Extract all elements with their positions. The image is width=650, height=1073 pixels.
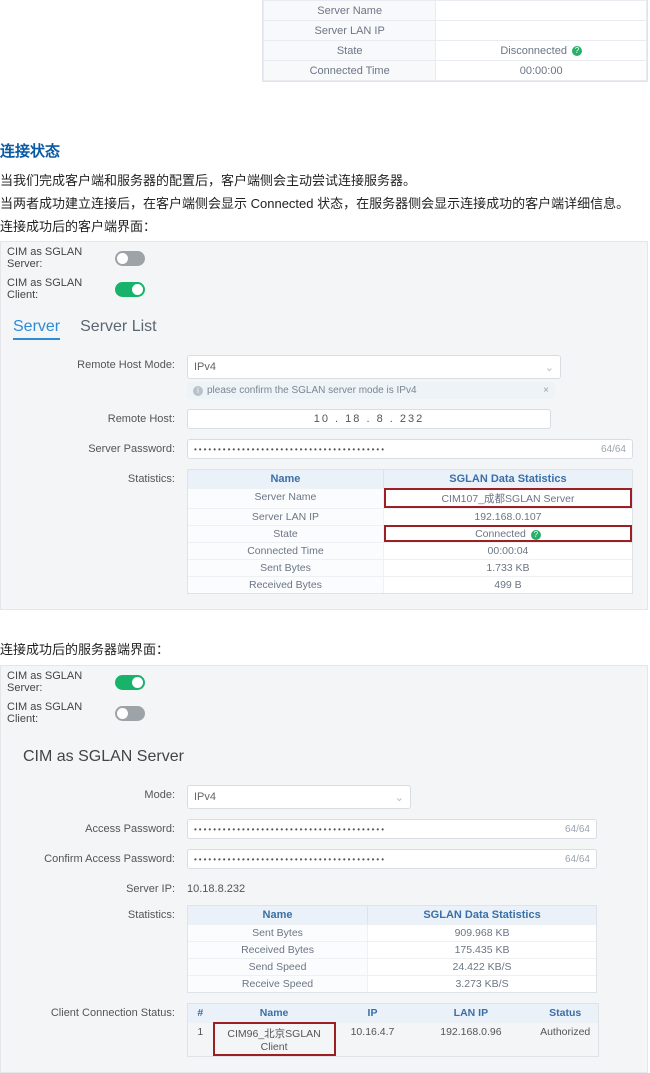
client-config-panel: CIM as SGLAN Server: CIM as SGLAN Client… (0, 241, 648, 610)
label-statistics: Statistics: (7, 905, 187, 921)
stat-value (436, 1, 647, 21)
client-connection-table: # Name IP LAN IP Status 1 CIM96_北京SGLAN … (187, 1003, 599, 1057)
label-client-connection-status: Client Connection Status: (7, 1003, 187, 1019)
panel-title: CIM as SGLAN Server (1, 728, 647, 772)
label-server-ip: Server IP: (7, 879, 187, 895)
stat-label: Server LAN IP (264, 21, 436, 41)
toggle-client[interactable] (115, 706, 145, 721)
body-text: 当两者成功建立连接后，在客户端侧会显示 Connected 状态，在服务器侧会显… (0, 194, 650, 215)
tab-server[interactable]: Server (13, 318, 60, 340)
stats-header-name: Name (188, 906, 368, 924)
toggle-server[interactable] (115, 675, 145, 690)
select-remote-host-mode[interactable]: IPv4 ⌄ (187, 355, 561, 379)
label-remote-host: Remote Host: (7, 409, 187, 425)
chevron-down-icon: ⌄ (545, 361, 554, 374)
body-text: 连接成功后的客户端界面： (0, 217, 650, 238)
server-statistics-table: Name SGLAN Data Statistics Sent Bytes909… (187, 905, 597, 993)
label-server-password: Server Password: (7, 439, 187, 455)
toggle-label-client: CIM as SGLAN Client: (7, 701, 115, 725)
input-remote-host[interactable]: 10 . 18 . 8 . 232 (187, 409, 551, 429)
chevron-down-icon: ⌄ (395, 791, 404, 804)
info-icon: i (193, 386, 203, 396)
top-partial-stats: Server Name Server LAN IP StateDisconnec… (262, 0, 648, 82)
toggle-client[interactable] (115, 282, 145, 297)
server-ip-value: 10.18.8.232 (187, 879, 633, 895)
input-confirm-password[interactable]: ••••••••••••••••••••••••••••••••••••••••… (187, 849, 597, 869)
stats-header-data: SGLAN Data Statistics (384, 470, 632, 488)
stat-value (436, 21, 647, 41)
toggle-server[interactable] (115, 251, 145, 266)
body-text: 当我们完成客户端和服务器的配置后，客户端侧会主动尝试连接服务器。 (0, 171, 650, 192)
label-remote-host-mode: Remote Host Mode: (7, 355, 187, 371)
section-title-connection-state: 连接状态 (0, 140, 650, 161)
label-statistics: Statistics: (7, 469, 187, 485)
table-row: 1 CIM96_北京SGLAN Client 10.16.4.7 192.168… (188, 1022, 598, 1056)
stat-value: Disconnected ? (436, 41, 647, 61)
label-confirm-password: Confirm Access Password: (7, 849, 187, 865)
label-mode: Mode: (7, 785, 187, 801)
select-mode[interactable]: IPv4 ⌄ (187, 785, 411, 809)
stat-label: State (264, 41, 436, 61)
client-statistics-table: Name SGLAN Data Statistics Server NameCI… (187, 469, 633, 594)
server-config-panel: CIM as SGLAN Server: CIM as SGLAN Client… (0, 665, 648, 1073)
stats-header-data: SGLAN Data Statistics (368, 906, 596, 924)
stat-label: Server Name (264, 1, 436, 21)
toggle-label-client: CIM as SGLAN Client: (7, 277, 115, 301)
tab-server-list[interactable]: Server List (80, 318, 156, 340)
close-icon[interactable]: × (543, 385, 549, 396)
input-server-password[interactable]: ••••••••••••••••••••••••••••••••••••••••… (187, 439, 633, 459)
hint-box: i please confirm the SGLAN server mode i… (187, 382, 555, 399)
help-icon[interactable]: ? (572, 46, 582, 56)
help-icon[interactable]: ? (531, 530, 541, 540)
input-access-password[interactable]: ••••••••••••••••••••••••••••••••••••••••… (187, 819, 597, 839)
toggle-label-server: CIM as SGLAN Server: (7, 670, 115, 694)
stats-header-name: Name (188, 470, 384, 488)
label-access-password: Access Password: (7, 819, 187, 835)
body-text: 连接成功后的服务器端界面： (0, 640, 650, 661)
stat-label: Connected Time (264, 61, 436, 81)
toggle-label-server: CIM as SGLAN Server: (7, 246, 115, 270)
stat-value: 00:00:00 (436, 61, 647, 81)
